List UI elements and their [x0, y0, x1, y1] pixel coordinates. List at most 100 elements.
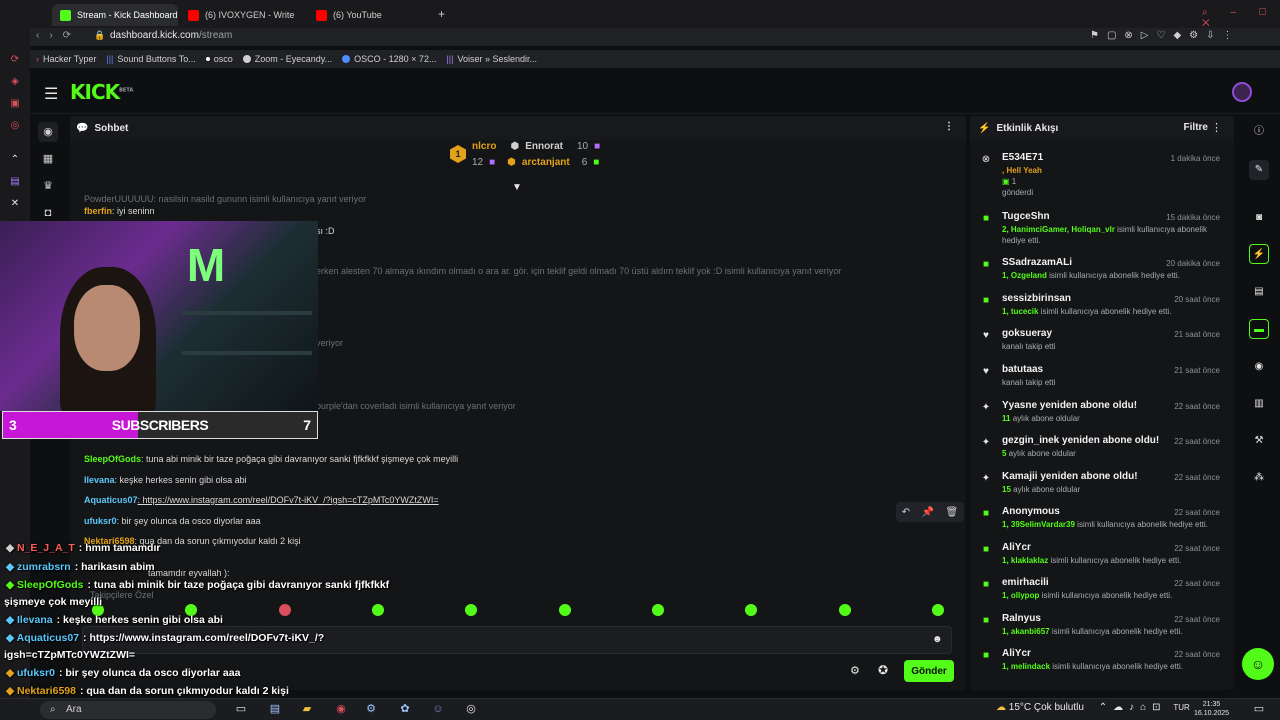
reply-icon[interactable]: ↶	[902, 507, 910, 518]
event-user[interactable]: TugceShn	[1002, 211, 1050, 222]
event-item[interactable]: ■ AliYcr 22 saat önce 1, melindack isiml…	[980, 648, 1226, 678]
event-item[interactable]: ■ Ralnyus 22 saat önce 1, akanbi657 isim…	[980, 613, 1226, 643]
emote-icon[interactable]	[558, 604, 571, 616]
nav-stream-icon[interactable]: ◉	[38, 122, 58, 142]
event-user[interactable]: gezgin_inek yeniden abone oldu!	[1002, 435, 1159, 446]
gear-icon[interactable]: ⚙	[850, 664, 860, 677]
url-field[interactable]: dashboard.kick.com/stream	[110, 30, 232, 41]
tab-ivoxygen[interactable]: (6) IVOXYGEN - Write	[180, 4, 306, 26]
chat-username[interactable]: fberfin	[84, 206, 112, 216]
chat-message-hover[interactable]: ufuksr0: bir şey olunca da osco diyorlar…	[84, 516, 261, 526]
support-button[interactable]: ☺	[1242, 648, 1274, 680]
chat-message[interactable]: fberfin: iyi seninn	[84, 206, 155, 216]
chat-message[interactable]: SleepOfGods: tuna abi minik bir taze poğ…	[84, 454, 458, 464]
gifter-name[interactable]: Ennorat	[525, 141, 563, 152]
event-item[interactable]: ♥ goksueray 21 saat önce kanalı takip et…	[980, 328, 1226, 358]
discord-icon[interactable]: ☺	[431, 702, 445, 716]
instagram-icon[interactable]: ◎	[9, 120, 21, 132]
event-item[interactable]: ⊗ E534E71 1 dakika önce , Hell Yeah ▣ 1 gö…	[980, 152, 1226, 200]
emoji-icon[interactable]: ☻	[932, 634, 943, 645]
edit-icon[interactable]: ✎	[1249, 160, 1269, 180]
trash-icon[interactable]: 🗑	[946, 507, 959, 518]
reload-icon[interactable]: ⟳	[9, 54, 21, 66]
event-user[interactable]: sessizbirinsan	[1002, 293, 1071, 304]
gifter-name[interactable]: nlcro	[472, 141, 496, 152]
layout-icon[interactable]: ▥	[1249, 394, 1269, 414]
event-user[interactable]: SSadrazamALi	[1002, 257, 1072, 268]
clock[interactable]: 21:35 16.10.2025	[1194, 700, 1229, 718]
chevron-down-icon[interactable]: ▼	[512, 182, 522, 193]
kick-side-icon[interactable]: ⌃	[9, 154, 21, 166]
emote-icon[interactable]	[465, 604, 478, 616]
event-item[interactable]: ■ sessizbirinsan 20 saat önce 1, tucecik…	[980, 293, 1226, 323]
x-icon[interactable]: ✕	[9, 198, 21, 210]
bag-icon[interactable]: ◈	[9, 76, 21, 88]
pin-icon[interactable]: 📌	[922, 507, 934, 518]
bookmark-voiser[interactable]: ||| Voiser » Seslendir...	[446, 54, 537, 64]
kick-logo[interactable]: KICKBETA	[70, 80, 133, 104]
nav-dashboard-icon[interactable]: ▦	[38, 149, 58, 169]
activity-toggle-icon[interactable]: ⚡	[1249, 244, 1269, 264]
chat-username[interactable]: SleepOfGods	[84, 454, 141, 464]
new-tab-button[interactable]: +	[438, 7, 445, 21]
bookmark-zoom[interactable]: Zoom - Eyecandy...	[242, 54, 332, 64]
window-controls[interactable]: ⌕ – ▢ ✕	[1202, 7, 1280, 29]
broadcast-icon[interactable]: ◉	[1249, 357, 1269, 377]
emote-icon[interactable]	[745, 604, 758, 616]
extension-icons[interactable]: ⚑▢⊗▷♡◆⚙⇩⋮	[1090, 30, 1240, 41]
emote-icon[interactable]	[838, 604, 851, 616]
filter-button[interactable]: Filtre	[1184, 122, 1208, 133]
chat-username[interactable]: Aquaticus07	[84, 495, 138, 505]
bookmark-osco-1280[interactable]: OSCO - 1280 × 72...	[342, 54, 436, 64]
app-icon[interactable]: ◉	[334, 702, 348, 716]
event-item[interactable]: ✦ Kamajii yeniden abone oldu! 22 saat ön…	[980, 471, 1226, 501]
obs-icon[interactable]: ◎	[464, 702, 478, 716]
event-item[interactable]: ♥ batutaas 21 saat önce kanalı takip ett…	[980, 364, 1226, 394]
event-user[interactable]: Kamajii yeniden abone oldu!	[1002, 471, 1138, 482]
event-user[interactable]: emirhacili	[1002, 577, 1049, 588]
emote-icon[interactable]	[278, 604, 291, 616]
event-user[interactable]: Ralnyus	[1002, 613, 1041, 624]
chat-username[interactable]: Ilevana	[84, 475, 115, 485]
event-item[interactable]: ✦ Yyasne yeniden abone oldu! 22 saat önc…	[980, 400, 1226, 430]
chat-toggle-icon[interactable]: ▬	[1249, 319, 1269, 339]
nav-trophy-icon[interactable]: ♛	[38, 176, 58, 196]
emote-icon[interactable]	[651, 604, 664, 616]
bookmark-sound-buttons[interactable]: ||| Sound Buttons To...	[106, 54, 195, 64]
emote-icon[interactable]	[371, 604, 384, 616]
chat-message[interactable]: Ilevana: keşke herkes senin gibi olsa ab…	[84, 475, 247, 485]
chat-username[interactable]: ufuksr0	[84, 516, 117, 526]
tray-icons[interactable]: ⌃☁♪⌂⊡	[1099, 702, 1167, 713]
bookmark-osco[interactable]: osco	[205, 54, 233, 64]
tab-youtube[interactable]: (6) YouTube	[308, 4, 434, 26]
document-icon[interactable]: ▤	[1249, 282, 1269, 302]
event-user[interactable]: AliYcr	[1002, 542, 1031, 553]
tab-kick-dashboard[interactable]: Stream - Kick Dashboard	[52, 4, 178, 26]
event-user[interactable]: AliYcr	[1002, 648, 1031, 659]
event-item[interactable]: ■ Anonymous 22 saat önce 1, 39SelimVarda…	[980, 506, 1226, 536]
kebab-icon[interactable]: ⋮	[944, 121, 954, 132]
event-user[interactable]: Anonymous	[1002, 506, 1060, 517]
nav-camera-icon[interactable]: ◘	[38, 203, 58, 223]
app-icon[interactable]: ✿	[398, 702, 412, 716]
camera-icon[interactable]: ◙	[1249, 208, 1269, 228]
event-item[interactable]: ■ emirhacili 22 saat önce 1, ollypop isi…	[980, 577, 1226, 607]
folder-icon[interactable]: ▰	[300, 702, 314, 716]
language-indicator[interactable]: TUR	[1173, 703, 1189, 712]
chat-icon[interactable]: ▣	[9, 98, 21, 110]
event-user[interactable]: goksueray	[1002, 328, 1052, 339]
chat-link[interactable]: : https://www.instagram.com/reel/DOFv7t-…	[138, 495, 439, 505]
event-item[interactable]: ■ AliYcr 22 saat önce 1, klaklaklaz isim…	[980, 542, 1226, 572]
taskbar-search[interactable]: ⌕ Ara	[40, 701, 216, 719]
steam-icon[interactable]: ⚙	[364, 702, 378, 716]
chat-message[interactable]: Aquaticus07: https://www.instagram.com/r…	[84, 495, 439, 505]
emote-icon[interactable]	[931, 604, 944, 616]
badge-icon[interactable]: ✪	[878, 663, 888, 677]
menu-icon[interactable]: ☰	[44, 84, 58, 104]
event-item[interactable]: ■ TugceShn 15 dakika önce 2, HanimciGame…	[980, 211, 1226, 247]
notification-icon[interactable]: ▭	[1252, 702, 1266, 716]
wrench-icon[interactable]: ⚒	[1249, 431, 1269, 451]
files-icon[interactable]: ▤	[268, 702, 282, 716]
kebab-icon[interactable]: ⋮	[1211, 121, 1222, 134]
event-user[interactable]: batutaas	[1002, 364, 1043, 375]
